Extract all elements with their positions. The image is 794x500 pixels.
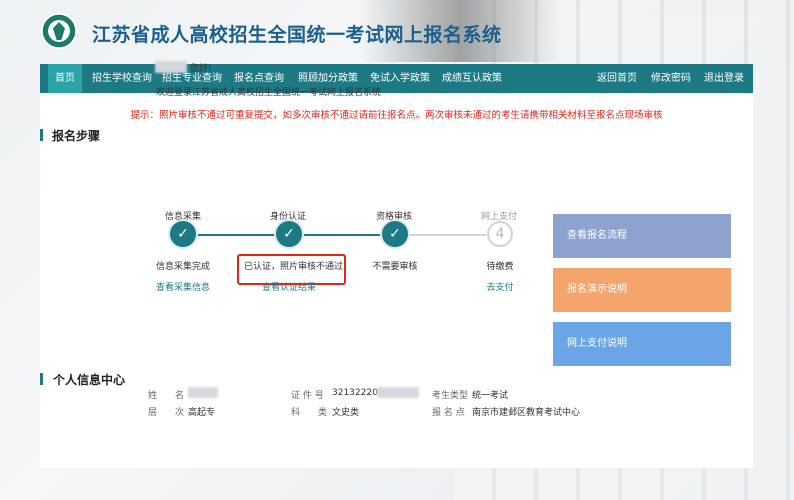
step-connector [302, 234, 382, 236]
step-status-payment: 待缴费 [486, 262, 514, 272]
name-label: 姓 名 [148, 391, 185, 401]
section-marker [40, 129, 43, 141]
level-value: 高起专 [188, 408, 216, 418]
site-header: 江苏省成人高校招生全国统一考试网上报名系统 [0, 0, 794, 64]
subject-value: 文史类 [332, 408, 360, 418]
step-number-4: 4 [487, 221, 513, 247]
step-status-info-collect: 信息采集完成 [155, 262, 210, 272]
section-marker [40, 373, 43, 385]
main-nav: 首页 招生学校查询 招生专业查询 报名点查询 照顾加分政策 免试入学政策 成绩互… [40, 64, 753, 93]
check-icon: ✓ [170, 221, 196, 247]
nav-item-change-password[interactable]: 修改密码 [649, 64, 693, 93]
site-value: 南京市建邺区教育考试中心 [472, 408, 581, 418]
check-icon: ✓ [276, 221, 302, 247]
site-title: 江苏省成人高校招生全国统一考试网上报名系统 [92, 24, 502, 46]
name-value-redacted [188, 387, 218, 398]
step-status-qualification: 不需要审核 [372, 262, 418, 272]
step-connector [196, 234, 276, 236]
level-label: 层 次 [148, 408, 185, 418]
exam-type-value: 统一考试 [472, 391, 509, 401]
steps-section-title: 报名步骤 [52, 129, 101, 143]
id-value: 321322200 [332, 388, 384, 398]
site-label: 报 名 点 [432, 408, 465, 418]
go-pay-link[interactable]: 去支付 [455, 280, 545, 293]
id-value-redacted [377, 387, 419, 398]
logo-icon [40, 12, 78, 50]
view-process-button[interactable]: 查看报名流程 [553, 214, 731, 258]
demo-guide-button[interactable]: 报名演示说明 [553, 268, 731, 312]
notice-text: 提示：照片审核不通过可重复提交，如多次审核不通过请前往报名点。两次审核未通过的考… [130, 110, 663, 121]
step-connector [408, 234, 486, 236]
exam-type-label: 考生类型 [432, 391, 469, 401]
id-label: 证 件 号 [291, 391, 324, 401]
view-auth-result-link[interactable]: 查看认证结果 [244, 280, 334, 293]
user-name-redacted [155, 61, 187, 73]
view-collected-info-link[interactable]: 查看采集信息 [138, 280, 228, 293]
personal-section-title: 个人信息中心 [53, 373, 126, 387]
welcome-text: 欢迎登录江苏省成人高校招生全国统一考试网上报名系统 [156, 88, 382, 98]
payment-guide-button[interactable]: 网上支付说明 [553, 322, 731, 366]
nav-item-logout[interactable]: 退出登录 [702, 64, 746, 93]
nav-item-school-query[interactable]: 招生学校查询 [92, 64, 152, 93]
nav-item-back-home[interactable]: 返回首页 [595, 64, 639, 93]
greeting-text: 您好! [190, 64, 212, 74]
check-icon: ✓ [382, 221, 408, 247]
nav-item-home[interactable]: 首页 [48, 64, 82, 93]
subject-label: 科 类 [291, 408, 328, 418]
nav-item-score-policy[interactable]: 成绩互认政策 [440, 64, 504, 93]
